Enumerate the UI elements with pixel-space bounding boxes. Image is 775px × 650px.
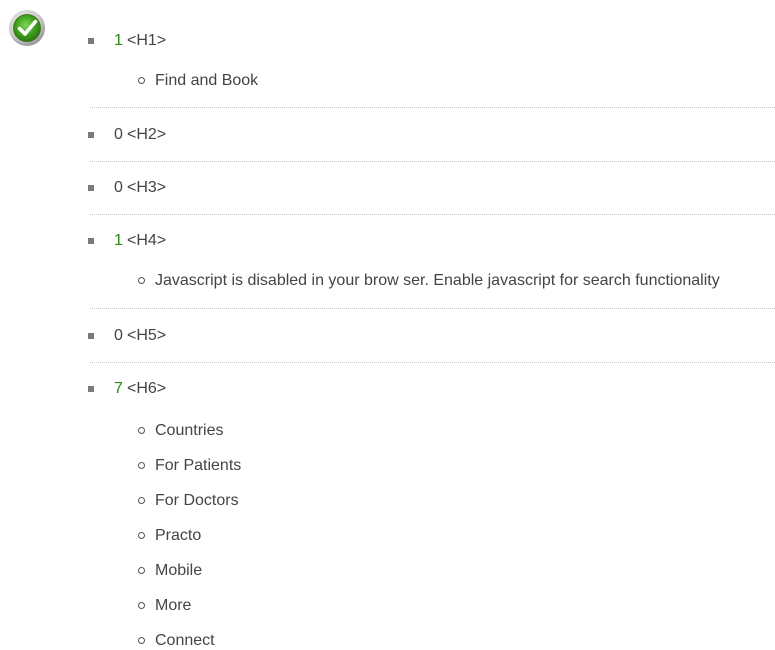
square-bullet (88, 185, 94, 191)
heading-tag: <H5> (127, 327, 167, 344)
divider (90, 107, 775, 108)
heading-group-h4: 1 <H4> Javascript is disabled in your br… (0, 232, 775, 289)
list-item: Connect (0, 632, 775, 650)
circle-bullet (138, 532, 145, 539)
square-bullet (88, 38, 94, 44)
list-item: Mobile (0, 562, 775, 580)
heading-tag: <H6> (127, 380, 167, 397)
heading-tag: <H2> (127, 126, 167, 143)
heading-tag: <H1> (127, 32, 167, 49)
circle-bullet (138, 637, 145, 644)
circle-bullet (138, 277, 145, 284)
list-item: For Doctors (0, 492, 775, 510)
square-bullet (88, 238, 94, 244)
list-item-text: Mobile (155, 562, 203, 579)
heading-count: 0 (114, 327, 123, 344)
heading-count: 7 (114, 380, 123, 397)
circle-bullet (138, 497, 145, 504)
heading-tag: <H3> (127, 179, 167, 196)
list-item-text: More (155, 597, 192, 614)
list-item: Practo (0, 527, 775, 545)
heading-group-h5: 0 <H5> (0, 327, 775, 345)
list-item: Countries (0, 422, 775, 440)
list-item: Javascript is disabled in your brow ser.… (0, 272, 775, 290)
heading-row: 1 <H4> (0, 232, 775, 250)
heading-group-h1: 1 <H1> Find and Book (0, 32, 775, 89)
circle-bullet (138, 602, 145, 609)
circle-bullet (138, 77, 145, 84)
circle-bullet (138, 427, 145, 434)
heading-count: 1 (114, 232, 123, 249)
circle-bullet (138, 567, 145, 574)
square-bullet (88, 132, 94, 138)
heading-group-h2: 0 <H2> (0, 126, 775, 144)
list-item: For Patients (0, 457, 775, 475)
square-bullet (88, 333, 94, 339)
list-item-text: For Patients (155, 457, 242, 474)
heading-row: 7 <H6> (0, 380, 775, 398)
heading-count: 0 (114, 126, 123, 143)
list-item: Find and Book (0, 72, 775, 90)
divider (90, 161, 775, 162)
heading-row: 0 <H5> (0, 327, 775, 345)
divider (90, 214, 775, 215)
heading-count: 1 (114, 32, 123, 49)
list-item-text: Practo (155, 527, 202, 544)
heading-group-h3: 0 <H3> (0, 179, 775, 197)
heading-count: 0 (114, 179, 123, 196)
divider (90, 308, 775, 309)
divider (90, 362, 775, 363)
list-item-text: Countries (155, 422, 224, 439)
heading-group-h6: 7 <H6> Countries For Patients For Doctor… (0, 380, 775, 649)
square-bullet (88, 386, 94, 392)
circle-bullet (138, 462, 145, 469)
list-item: More (0, 597, 775, 615)
list-item-text: Javascript is disabled in your brow ser.… (155, 272, 720, 289)
list-item-text: Connect (155, 632, 215, 649)
heading-row: 1 <H1> (0, 32, 775, 50)
heading-row: 0 <H3> (0, 179, 775, 197)
list-item-text: For Doctors (155, 492, 239, 509)
heading-tag: <H4> (127, 232, 167, 249)
list-item-text: Find and Book (155, 72, 259, 89)
heading-row: 0 <H2> (0, 126, 775, 144)
